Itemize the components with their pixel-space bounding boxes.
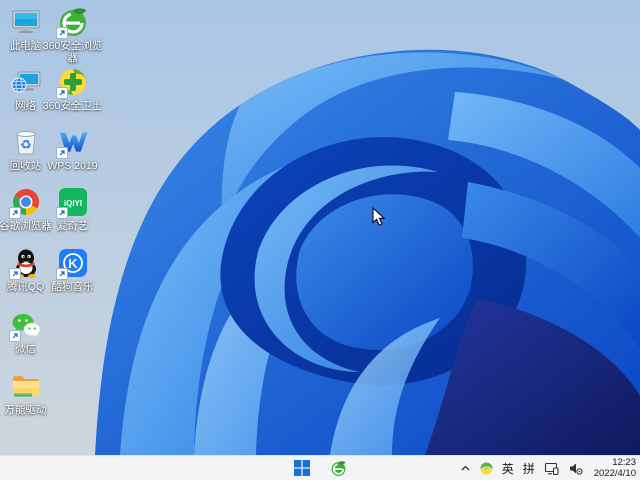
svg-text:K: K [68,256,78,271]
desktop-icon-wechat[interactable]: 微信 [2,309,49,355]
taskbar-clock[interactable]: 12:23 2022/4/10 [592,457,636,479]
monitor-icon [544,462,559,475]
360-tray-icon [480,462,493,474]
start-button[interactable] [291,457,313,479]
windows-logo-icon [294,460,310,476]
taskbar-center-icons [291,456,349,480]
ime-mode-indicator[interactable]: 拼 [523,460,535,477]
qq-icon [8,247,42,280]
desktop-icon-iqiyi[interactable]: iQIYI 爱奇艺 [49,186,96,232]
icon-label: 酷狗音乐 [51,281,94,293]
clock-date: 2022/4/10 [593,468,636,479]
clock-time: 12:23 [612,457,636,468]
tray-360-icon-button[interactable] [480,462,493,475]
chrome-icon [8,186,42,219]
taskbar-360-browser-button[interactable] [327,457,349,479]
shortcut-arrow-icon [55,147,68,159]
desktop-icon-grid: 此电脑 360安全浏览器 网络 360安全卫士 ♻ 回收站 WPS 2019 谷… [0,2,102,452]
360-browser-icon [55,6,89,39]
folder-icon [10,370,42,402]
shortcut-arrow-icon [55,207,68,219]
network-icon [10,66,42,98]
shortcut-arrow-icon [8,268,21,280]
tray-hidden-icons-chevron[interactable] [460,463,471,474]
wechat-icon [8,309,42,342]
kugou-icon: K [55,247,89,280]
desktop-icon-360-safe[interactable]: 360安全卫士 [43,66,102,112]
tray-display-button[interactable] [544,462,559,475]
desktop-icon-drivers-folder[interactable]: 万能驱动 [2,370,49,416]
shortcut-arrow-icon [8,207,21,219]
icon-label: 万能驱动 [4,404,47,416]
recycle-bin-icon: ♻ [10,126,42,158]
icon-label: 360安全卫士 [42,100,103,112]
system-tray: 英 拼 12:23 2022/4/10 [460,456,636,480]
svg-text:♻: ♻ [20,138,32,153]
icon-label: 微信 [15,343,36,355]
desktop-icon-kugou[interactable]: K 酷狗音乐 [49,247,96,293]
shortcut-arrow-icon [55,27,68,39]
shortcut-arrow-icon [55,268,68,280]
ime-language-indicator[interactable]: 英 [502,460,514,477]
desktop-icon-360-browser[interactable]: 360安全浏览器 [43,6,102,64]
taskbar: 英 拼 12:23 2022/4/10 [0,455,640,480]
desktop[interactable]: 此电脑 360安全浏览器 网络 360安全卫士 ♻ 回收站 WPS 2019 谷… [0,0,640,480]
icon-label: 360安全浏览器 [42,40,103,64]
chevron-up-icon [461,465,470,470]
360-browser-taskbar-icon [331,460,345,476]
desktop-icon-wps[interactable]: WPS 2019 [47,126,98,172]
icon-label: WPS 2019 [47,160,98,172]
icon-label: 爱奇艺 [56,220,89,232]
speaker-icon [569,463,583,475]
shortcut-arrow-icon [8,330,21,342]
shortcut-arrow-icon [55,87,68,99]
360-safe-icon [55,66,89,99]
this-pc-icon [10,6,42,38]
wps-icon [55,126,89,159]
tray-volume-button[interactable] [568,462,583,475]
iqiyi-icon: iQIYI [55,186,89,219]
